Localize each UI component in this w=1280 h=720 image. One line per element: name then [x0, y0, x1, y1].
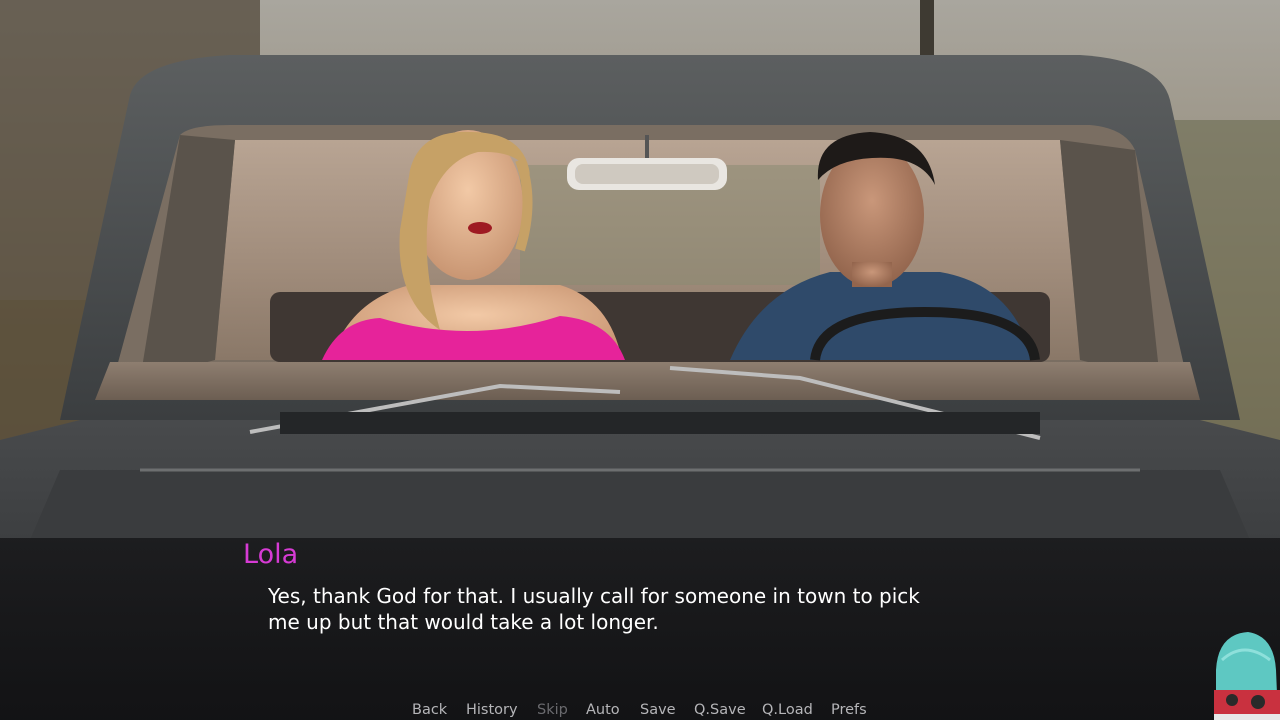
speaker-name: Lola [243, 539, 299, 570]
dialogue-text: Yes, thank God for that. I usually call … [268, 584, 920, 634]
back-button[interactable]: Back [412, 701, 447, 719]
auto-button[interactable]: Auto [586, 701, 620, 719]
history-button[interactable]: History [466, 701, 518, 719]
skip-button[interactable]: Skip [537, 701, 568, 719]
save-button[interactable]: Save [640, 701, 676, 719]
preferences-button[interactable]: Prefs [831, 701, 867, 719]
quick-save-button[interactable]: Q.Save [694, 701, 746, 719]
quick-menu: Back History Skip Auto Save Q.Save Q.Loa… [0, 700, 1280, 720]
mascot-portrait-icon [1214, 632, 1280, 720]
quick-load-button[interactable]: Q.Load [762, 701, 813, 719]
